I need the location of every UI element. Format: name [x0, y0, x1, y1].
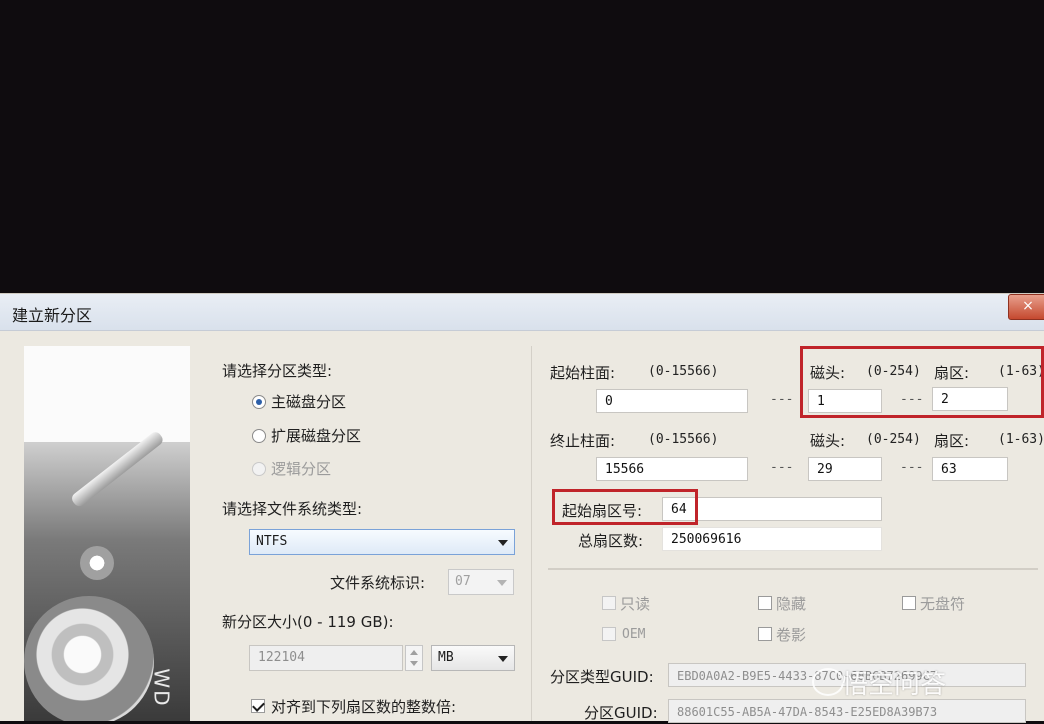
fs-id-select[interactable]: 07	[448, 569, 514, 595]
size-unit-value: MB	[438, 650, 454, 665]
start-cylinder-input[interactable]: 0	[596, 389, 748, 413]
total-sectors-input[interactable]: 250069616	[662, 527, 882, 551]
new-partition-dialog: 建立新分区 × WD 请选择分区类型: 主磁盘分区 扩展磁盘分区 逻辑分区 请选…	[0, 293, 1044, 723]
title-bar[interactable]: 建立新分区 ×	[0, 294, 1044, 331]
readonly-checkbox[interactable]	[602, 596, 616, 610]
spinner-down-icon	[410, 661, 418, 666]
dash-separator: ---	[770, 460, 794, 475]
fs-id-label: 文件系统标识:	[330, 574, 426, 592]
section-divider	[548, 568, 1038, 570]
chevron-down-icon	[497, 580, 507, 586]
filesystem-select[interactable]: NTFS	[249, 529, 515, 555]
spinner-up-icon	[410, 650, 418, 655]
end-sector-input[interactable]: 63	[932, 457, 1008, 481]
close-button[interactable]: ×	[1008, 294, 1044, 320]
primary-partition-radio[interactable]	[252, 395, 266, 409]
end-cylinder-range: (0-15566)	[648, 432, 719, 447]
chevron-down-icon	[498, 656, 508, 662]
size-spinner[interactable]	[405, 645, 423, 671]
start-head-sector-highlight	[800, 346, 1044, 418]
shadow-checkbox[interactable]	[758, 627, 772, 641]
chevron-down-icon	[498, 540, 508, 546]
oem-label: OEM	[622, 627, 646, 642]
end-cylinder-label: 终止柱面:	[550, 432, 616, 450]
align-checkbox[interactable]	[251, 699, 265, 713]
fs-id-value: 07	[455, 574, 471, 589]
extended-partition-label: 扩展磁盘分区	[271, 427, 362, 445]
end-sector-range: (1-63)	[998, 432, 1044, 447]
end-sector-label: 扇区:	[934, 432, 970, 450]
end-head-range: (0-254)	[866, 432, 921, 447]
size-unit-select[interactable]: MB	[431, 645, 515, 671]
hard-disk-image: WD	[24, 346, 190, 721]
type-guid-label: 分区类型GUID:	[550, 668, 654, 686]
start-cylinder-label: 起始柱面:	[550, 364, 616, 382]
fs-type-heading: 请选择文件系统类型:	[222, 500, 363, 518]
dash-separator: ---	[900, 460, 924, 475]
start-lba-highlight	[552, 489, 698, 525]
logical-partition-radio[interactable]	[252, 462, 266, 476]
dash-separator: ---	[770, 392, 794, 407]
column-divider	[531, 346, 532, 721]
end-head-label: 磁头:	[810, 432, 846, 450]
end-cylinder-input[interactable]: 15566	[596, 457, 748, 481]
logical-partition-label: 逻辑分区	[271, 460, 332, 478]
watermark-logo-icon	[812, 668, 844, 696]
oem-checkbox[interactable]	[602, 627, 616, 641]
partition-size-input[interactable]: 122104	[249, 645, 403, 671]
filesystem-select-value: NTFS	[256, 534, 288, 549]
part-guid-input[interactable]: 88601C55-AB5A-47DA-8543-E25ED8A39B73	[668, 699, 1026, 723]
no-letter-label: 无盘符	[920, 595, 966, 613]
total-sectors-label: 总扇区数:	[578, 532, 644, 550]
extended-partition-radio[interactable]	[252, 429, 266, 443]
dialog-title: 建立新分区	[12, 306, 93, 325]
readonly-label: 只读	[620, 595, 651, 613]
align-label: 对齐到下列扇区数的整数倍:	[271, 698, 457, 716]
watermark-text: 悟空问答	[842, 670, 947, 700]
partition-size-label: 新分区大小(0 - 119 GB):	[222, 613, 394, 631]
end-head-input[interactable]: 29	[808, 457, 882, 481]
image-brand-text: WD	[149, 668, 174, 708]
no-letter-checkbox[interactable]	[902, 596, 916, 610]
shadow-label: 卷影	[776, 626, 807, 644]
hidden-checkbox[interactable]	[758, 596, 772, 610]
primary-partition-label: 主磁盘分区	[271, 393, 347, 411]
hidden-label: 隐藏	[776, 595, 807, 613]
partition-type-heading: 请选择分区类型:	[222, 362, 333, 380]
start-cylinder-range: (0-15566)	[648, 364, 719, 379]
